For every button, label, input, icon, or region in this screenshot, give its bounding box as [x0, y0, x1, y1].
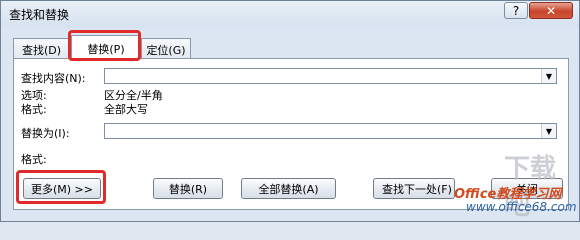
tab-goto[interactable]: 定位(G) [141, 38, 191, 58]
chevron-down-icon[interactable]: ▼ [541, 124, 556, 138]
tab-find[interactable]: 查找(D) [13, 38, 70, 58]
watermark-url: www.office68.com [466, 200, 577, 214]
replace-input[interactable]: ▼ [104, 123, 557, 139]
find-next-button[interactable]: 查找下一处(F) [373, 178, 455, 199]
window-title: 查找和替换 [9, 8, 70, 22]
replace-button[interactable]: 替换(R) [153, 178, 223, 199]
close-window-button[interactable]: ✕ [529, 2, 573, 19]
help-button[interactable]: ? [504, 2, 528, 19]
chevron-down-icon[interactable]: ▼ [541, 69, 556, 83]
format-label: 格式: [21, 103, 47, 116]
replace-format-label: 格式: [21, 153, 47, 166]
tab-replace[interactable]: 替换(P) [71, 35, 141, 59]
replace-label: 替换为(I): [21, 127, 70, 140]
title-bar: 查找和替换 ? ✕ [1, 1, 579, 27]
find-label: 查找内容(N): [21, 72, 86, 85]
more-button[interactable]: 更多(M) >> [23, 178, 101, 199]
replace-all-button[interactable]: 全部替换(A) [241, 178, 336, 199]
find-input[interactable]: ▼ [104, 68, 557, 84]
format-value: 全部大写 [104, 103, 148, 116]
